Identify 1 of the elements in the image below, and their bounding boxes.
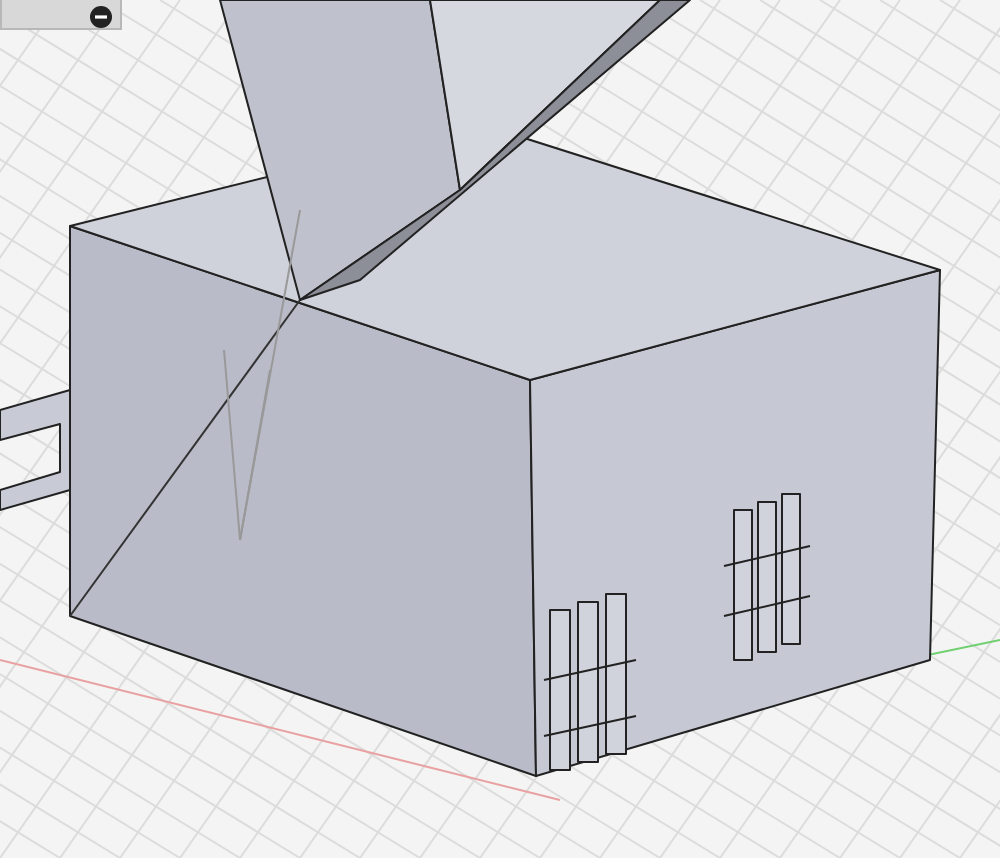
collapse-icon[interactable] <box>90 3 112 25</box>
